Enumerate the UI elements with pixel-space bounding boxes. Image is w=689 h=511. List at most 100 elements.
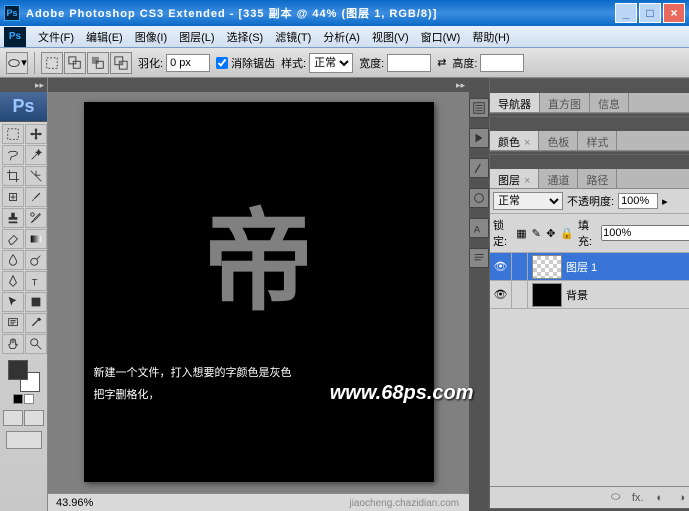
marquee-tool[interactable]	[2, 124, 24, 144]
menu-view[interactable]: 视图(V)	[366, 26, 415, 48]
layer-name[interactable]: 背景	[566, 287, 689, 303]
shape-tool[interactable]	[25, 292, 47, 312]
tab-paths[interactable]: 路径	[578, 169, 617, 188]
toolbox-logo-icon: Ps	[0, 92, 47, 122]
lock-transparent-icon[interactable]: ▦	[516, 226, 527, 240]
style-select[interactable]: 正常	[309, 53, 353, 73]
tab-channels[interactable]: 通道	[539, 169, 578, 188]
path-select-tool[interactable]	[2, 292, 24, 312]
lock-pixels-icon[interactable]: ✎	[531, 226, 542, 240]
foreground-color[interactable]	[8, 360, 28, 380]
eraser-tool[interactable]	[2, 229, 24, 249]
ps-logo-icon[interactable]: Ps	[4, 27, 26, 47]
lasso-tool[interactable]	[2, 145, 24, 165]
move-tool[interactable]	[25, 124, 47, 144]
heal-tool[interactable]	[2, 187, 24, 207]
width-input	[387, 54, 431, 72]
menu-window[interactable]: 窗口(W)	[415, 26, 467, 48]
feather-label: 羽化:	[138, 54, 210, 72]
layer-row[interactable]: 👁 图层 1	[490, 253, 689, 281]
adjustment-layer-icon[interactable]: ◑	[674, 490, 689, 506]
history-brush-tool[interactable]	[25, 208, 47, 228]
type-tool[interactable]: T	[25, 271, 47, 291]
navigator-panel: ▸▸ ✕ 导航器 直方图 信息	[489, 78, 689, 114]
pen-tool[interactable]	[2, 271, 24, 291]
link-layers-icon[interactable]: ⬭	[608, 490, 624, 506]
hand-tool[interactable]	[2, 334, 24, 354]
dock-character-icon[interactable]: A	[469, 218, 489, 238]
lock-position-icon[interactable]: ✥	[546, 226, 557, 240]
dock-tool-presets-icon[interactable]	[469, 158, 489, 178]
close-button[interactable]: ×	[663, 3, 685, 23]
link-cell[interactable]	[512, 281, 528, 308]
zoom-tool[interactable]	[25, 334, 47, 354]
minimize-button[interactable]: _	[615, 3, 637, 23]
selection-add-icon[interactable]	[64, 52, 86, 74]
fill-input[interactable]	[601, 225, 689, 241]
tab-histogram[interactable]: 直方图	[540, 93, 590, 112]
tool-preset-icon[interactable]: ▾	[6, 52, 28, 74]
tab-styles[interactable]: 样式	[578, 131, 617, 150]
tab-color[interactable]: 颜色×	[490, 131, 539, 150]
fill-label: 填充:	[578, 217, 597, 249]
blend-mode-select[interactable]: 正常	[493, 192, 563, 210]
dock-history-icon[interactable]	[469, 98, 489, 118]
selection-subtract-icon[interactable]	[87, 52, 109, 74]
menu-select[interactable]: 选择(S)	[221, 26, 270, 48]
selection-new-icon[interactable]	[41, 52, 63, 74]
wand-tool[interactable]	[25, 145, 47, 165]
layer-style-icon[interactable]: fx.	[630, 490, 646, 506]
menu-analysis[interactable]: 分析(A)	[317, 26, 366, 48]
layer-mask-icon[interactable]: ◐	[652, 490, 668, 506]
screen-mode-icon[interactable]	[6, 431, 42, 449]
default-colors-icon[interactable]	[13, 394, 34, 404]
menu-image[interactable]: 图像(I)	[129, 26, 173, 48]
quickmask-mode-icon[interactable]	[24, 410, 44, 426]
notes-tool[interactable]	[2, 313, 24, 333]
blur-tool[interactable]	[2, 250, 24, 270]
dock-paragraph-icon[interactable]	[469, 248, 489, 268]
opacity-input[interactable]	[618, 193, 658, 209]
layer-name[interactable]: 图层 1	[566, 259, 689, 275]
slice-tool[interactable]	[25, 166, 47, 186]
crop-tool[interactable]	[2, 166, 24, 186]
maximize-button[interactable]: □	[639, 3, 661, 23]
eyedropper-tool[interactable]	[25, 313, 47, 333]
antialias-checkbox[interactable]: 消除锯齿	[216, 55, 275, 71]
menu-edit[interactable]: 编辑(E)	[80, 26, 129, 48]
width-label: 宽度:	[359, 54, 431, 72]
menu-filter[interactable]: 滤镜(T)	[269, 26, 317, 48]
dock-brushes-icon[interactable]	[469, 188, 489, 208]
panels-area: A ▸▸ ✕ 导航器 直方图 信息 ▸▸ ✕ 颜色× 色板	[469, 78, 689, 511]
layer-row[interactable]: 👁 背景 🔒	[490, 281, 689, 309]
tab-info[interactable]: 信息	[590, 93, 629, 112]
divider	[34, 52, 35, 74]
lock-all-icon[interactable]: 🔒	[560, 226, 574, 240]
dock-actions-icon[interactable]	[469, 128, 489, 148]
gradient-tool[interactable]	[25, 229, 47, 249]
dodge-tool[interactable]	[25, 250, 47, 270]
stamp-tool[interactable]	[2, 208, 24, 228]
layer-thumbnail[interactable]	[532, 283, 562, 307]
selection-intersect-icon[interactable]	[110, 52, 132, 74]
menu-file[interactable]: 文件(F)	[32, 26, 80, 48]
color-swatches[interactable]	[8, 360, 40, 392]
zoom-level[interactable]: 43.96%	[56, 497, 93, 509]
layer-thumbnail[interactable]	[532, 255, 562, 279]
link-cell[interactable]	[512, 253, 528, 280]
height-input	[480, 54, 524, 72]
feather-input[interactable]	[166, 54, 210, 72]
menu-layer[interactable]: 图层(L)	[173, 26, 220, 48]
visibility-icon[interactable]: 👁	[490, 281, 512, 308]
menu-help[interactable]: 帮助(H)	[466, 26, 515, 48]
window-title: Adobe Photoshop CS3 Extended - [335 副本 @…	[26, 5, 615, 21]
toolbox-header[interactable]: ▸▸	[0, 78, 47, 92]
svg-text:A: A	[474, 224, 481, 235]
brush-tool[interactable]	[25, 187, 47, 207]
visibility-icon[interactable]: 👁	[490, 253, 512, 280]
tab-layers[interactable]: 图层×	[490, 169, 539, 188]
document[interactable]: 帝 www.68ps.com 新建一个文件，打入想要的字颜色是灰色 把字删格化，	[84, 102, 434, 482]
tab-swatches[interactable]: 色板	[539, 131, 578, 150]
tab-navigator[interactable]: 导航器	[490, 93, 540, 112]
standard-mode-icon[interactable]	[3, 410, 23, 426]
